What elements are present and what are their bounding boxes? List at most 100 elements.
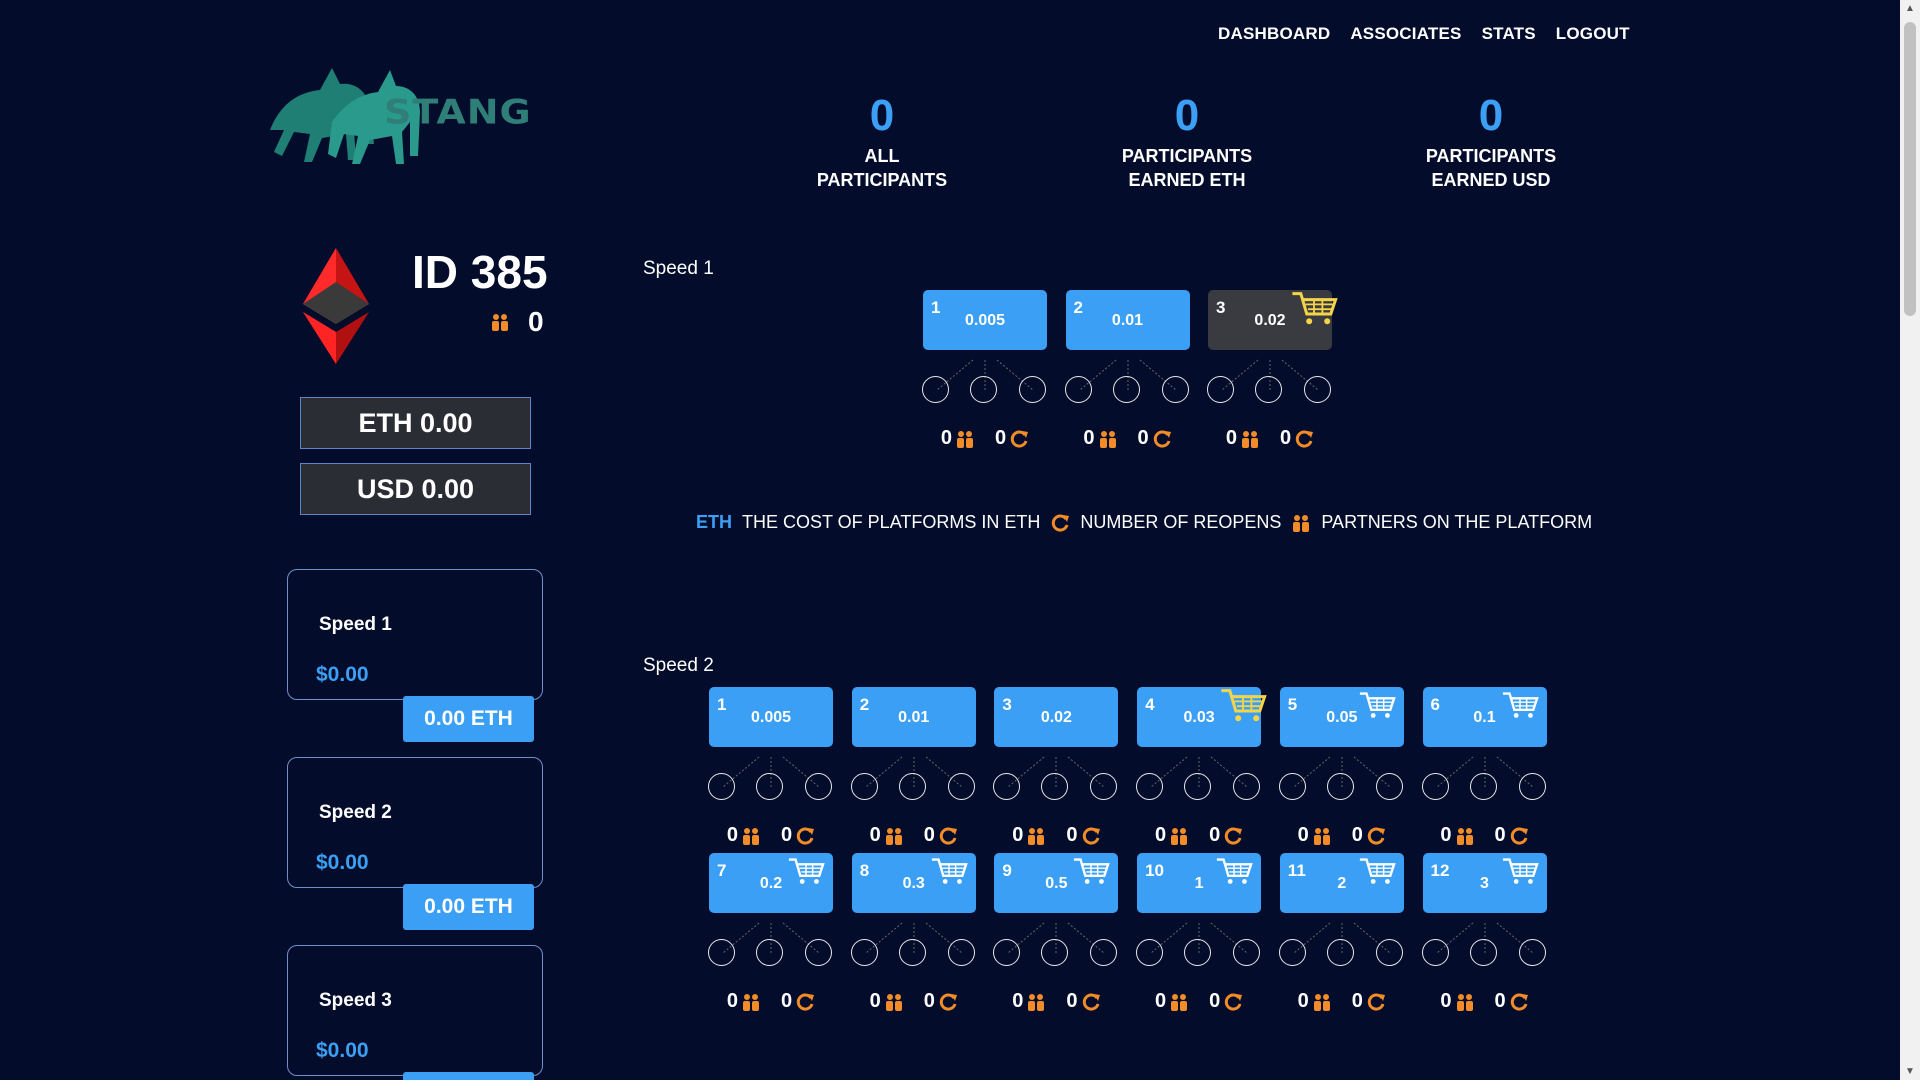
partner-slot[interactable] (1375, 939, 1403, 966)
speed-card-eth-button[interactable]: 0.00 ETH (403, 884, 534, 930)
speed-card-usd: $0.00 (316, 663, 369, 686)
partner-slot[interactable] (756, 939, 783, 966)
platform-partners-count: 0 (869, 990, 881, 1012)
cart-icon[interactable] (1215, 856, 1253, 886)
platform-partners-count: 0 (1083, 427, 1095, 449)
speed-card-eth-button[interactable] (403, 1072, 534, 1080)
speed-card-eth-button[interactable]: 0.00 ETH (403, 696, 534, 742)
partner-slot[interactable] (970, 376, 997, 403)
partner-slot[interactable] (1518, 773, 1546, 800)
partner-slot[interactable] (708, 773, 735, 800)
partner-slot[interactable] (1304, 376, 1331, 403)
platform-card[interactable]: 3 0.02 (1208, 290, 1338, 350)
platform-card[interactable]: 1 0.005 (709, 687, 833, 747)
platform-card[interactable]: 6 0.1 (1422, 687, 1547, 747)
partner-slot[interactable] (1469, 773, 1497, 800)
platform-card[interactable]: 8 0.3 (851, 853, 976, 913)
partner-slot[interactable] (898, 773, 926, 800)
partners-icon (1028, 827, 1045, 845)
platform-card[interactable]: 11 2 (1279, 853, 1404, 913)
partner-slot[interactable] (1019, 376, 1046, 403)
nav-logout[interactable]: LOGOUT (1556, 24, 1630, 44)
partner-slot[interactable] (805, 773, 832, 800)
nav-associates[interactable]: ASSOCIATES (1350, 24, 1461, 44)
partner-slot[interactable] (756, 773, 783, 800)
partner-slot[interactable] (947, 939, 975, 966)
platform-card[interactable]: 12 3 (1422, 853, 1547, 913)
cart-icon[interactable] (1290, 288, 1338, 328)
partner-slot[interactable] (1326, 773, 1354, 800)
nav-stats[interactable]: STATS (1482, 24, 1536, 44)
reopen-icon (1367, 993, 1385, 1011)
partner-slot[interactable] (1518, 939, 1546, 966)
platform-card[interactable]: 2 0.01 (851, 687, 976, 747)
cart-icon[interactable] (930, 856, 968, 886)
nav-dashboard[interactable]: DASHBOARD (1218, 24, 1330, 44)
speed-card-title: Speed 1 (319, 614, 392, 635)
stat-value: 0 (869, 91, 895, 140)
partner-slot[interactable] (1161, 376, 1189, 403)
platform-card[interactable]: 4 0.03 (1137, 687, 1267, 747)
scrollbar-thumb[interactable] (1904, 22, 1916, 316)
partner-slot[interactable] (1375, 773, 1403, 800)
partner-slot[interactable] (922, 376, 949, 403)
partner-slot[interactable] (1233, 773, 1261, 800)
platform-counts: 00 (852, 824, 976, 847)
platform-card[interactable]: 9 0.5 (994, 853, 1119, 913)
platform-card[interactable]: 7 0.2 (709, 853, 833, 913)
partner-slot[interactable] (1184, 773, 1212, 800)
cart-icon[interactable] (1219, 685, 1267, 725)
partner-slot[interactable] (1421, 773, 1449, 800)
cart-icon[interactable] (1501, 856, 1539, 886)
partner-slot[interactable] (1207, 376, 1234, 403)
platform-card[interactable]: 1 0.005 (923, 290, 1047, 350)
speed-card-1[interactable]: Speed 1 $0.00 0.00 ETH (287, 569, 543, 742)
partner-slot[interactable] (708, 939, 735, 966)
partner-slot[interactable] (1278, 939, 1306, 966)
platform-cost: 0.02 (1040, 709, 1072, 726)
reopen-icon (1010, 430, 1029, 448)
cart-icon[interactable] (1358, 690, 1396, 720)
scroll-up-icon[interactable]: ▲ (1900, 0, 1920, 17)
speed-card-2[interactable]: Speed 2 $0.00 0.00 ETH (287, 757, 543, 930)
partner-slot[interactable] (805, 939, 832, 966)
cart-icon[interactable] (1501, 690, 1539, 720)
cart-icon[interactable] (787, 856, 825, 886)
partner-slot[interactable] (1233, 939, 1261, 966)
partner-slot[interactable] (850, 773, 878, 800)
partner-slot[interactable] (1278, 773, 1306, 800)
platform-counts: 00 (923, 427, 1047, 450)
speed-card-3[interactable]: Speed 3 $0.00 (287, 945, 543, 1080)
partner-slot[interactable] (1184, 939, 1212, 966)
platform-card[interactable]: 2 0.01 (1065, 290, 1190, 350)
partner-slot[interactable] (1136, 939, 1164, 966)
stat-label-line1: PARTICIPANTS (1121, 146, 1253, 166)
platform-cost: 0.01 (898, 709, 930, 726)
platform-reopens-count: 0 (923, 990, 935, 1012)
partner-slot[interactable] (1469, 939, 1497, 966)
stat-label-line1: ALL (864, 146, 900, 166)
partner-slot[interactable] (947, 773, 975, 800)
partner-slot[interactable] (1064, 376, 1092, 403)
partner-slot[interactable] (850, 939, 878, 966)
cart-icon[interactable] (1072, 856, 1111, 886)
platform-partners-count: 0 (1297, 990, 1309, 1012)
partner-slot[interactable] (1255, 376, 1282, 403)
partner-slot[interactable] (1112, 376, 1140, 403)
platform-partners-count: 0 (1440, 990, 1452, 1012)
ethereum-icon (303, 248, 369, 364)
scroll-down-icon[interactable]: ▼ (1900, 1063, 1920, 1080)
partner-slot[interactable] (898, 939, 926, 966)
stat-value: 0 (1478, 91, 1504, 140)
platform-card[interactable]: 10 1 (1137, 853, 1262, 913)
platform-card[interactable]: 3 0.02 (994, 687, 1119, 747)
platform-card[interactable]: 5 0.05 (1279, 687, 1404, 747)
reopen-icon (796, 993, 815, 1011)
partner-slot[interactable] (1136, 773, 1164, 800)
platform-reopens-count: 0 (781, 990, 793, 1012)
cart-icon[interactable] (1358, 856, 1396, 886)
partner-slot[interactable] (1421, 939, 1449, 966)
reopen-icon (1295, 430, 1314, 448)
partner-slot[interactable] (1326, 939, 1354, 966)
page-scrollbar[interactable]: ▲ ▼ (1900, 0, 1920, 1080)
